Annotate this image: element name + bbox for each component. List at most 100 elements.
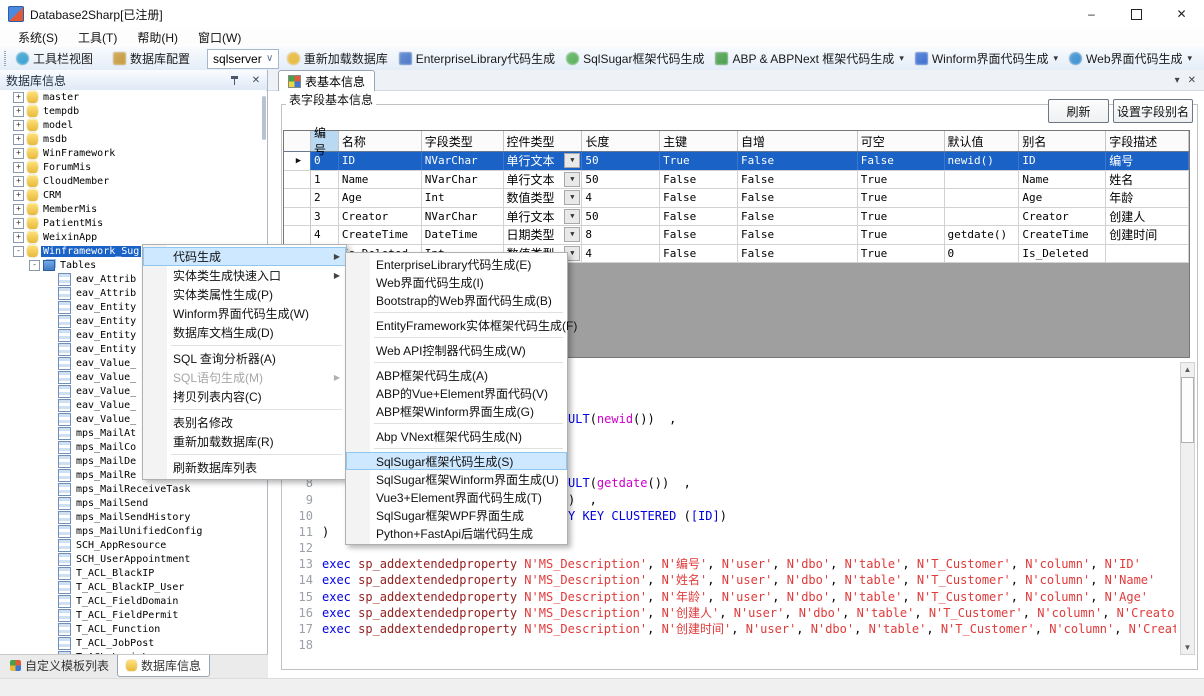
submenu-item[interactable]: EnterpriseLibrary代码生成(E): [346, 255, 567, 273]
grid-cell[interactable]: 50: [582, 171, 660, 189]
cell-dropdown-icon[interactable]: ▼: [564, 172, 580, 187]
context-menu-item[interactable]: SQL 查询分析器(A): [143, 349, 346, 368]
grid-column-header[interactable]: 名称: [339, 131, 422, 151]
tree-table-item[interactable]: mps_MailReceiveTask: [0, 482, 266, 496]
context-menu-item[interactable]: 代码生成▶: [143, 247, 346, 266]
submenu-item[interactable]: Vue3+Element界面代码生成(T): [346, 488, 567, 506]
cell-dropdown-icon[interactable]: ▼: [564, 153, 580, 168]
grid-cell[interactable]: False: [738, 245, 858, 263]
table-row[interactable]: 3CreatorNVarChar单行文本▼50FalseFalseTrueCre…: [284, 208, 1189, 227]
bottom-tab-database-info[interactable]: 数据库信息: [117, 655, 210, 677]
tree-table-item[interactable]: T_ACL_BlackIP_User: [0, 580, 266, 594]
minimize-button[interactable]: –: [1069, 0, 1114, 28]
tree-database-MemberMis[interactable]: +MemberMis: [0, 202, 266, 216]
submenu-item[interactable]: Web界面代码生成(I): [346, 273, 567, 291]
grid-cell[interactable]: False: [858, 152, 945, 170]
panel-close-icon[interactable]: ✕: [249, 75, 263, 86]
tree-table-item[interactable]: mps_MailSend: [0, 496, 266, 510]
tree-database-CRM[interactable]: +CRM: [0, 188, 266, 202]
context-menu-item[interactable]: 刷新数据库列表: [143, 458, 346, 477]
grid-cell[interactable]: [945, 189, 1020, 207]
tree-table-item[interactable]: T_ACL_JobPost: [0, 636, 266, 650]
submenu-item[interactable]: Web API控制器代码生成(W): [346, 341, 567, 359]
submenu-item[interactable]: ABP的Vue+Element界面代码(V): [346, 384, 567, 402]
submenu-item[interactable]: SqlSugar框架代码生成(S): [346, 452, 567, 470]
grid-column-header[interactable]: 长度: [582, 131, 660, 151]
tree-database-WinFramework[interactable]: +WinFramework: [0, 146, 266, 160]
menubar-item[interactable]: 帮助(H): [127, 28, 188, 47]
toolbar-button[interactable]: SqlSugar框架代码生成: [563, 49, 707, 68]
grid-cell[interactable]: Name: [1019, 171, 1106, 189]
table-row[interactable]: 1NameNVarChar单行文本▼50FalseFalseTrueName姓名: [284, 171, 1189, 190]
grid-cell[interactable]: 创建时间: [1106, 226, 1189, 244]
expand-icon[interactable]: +: [13, 148, 24, 159]
submenu-item[interactable]: ABP框架代码生成(A): [346, 366, 567, 384]
grid-cell[interactable]: CreateTime: [339, 226, 422, 244]
expand-icon[interactable]: +: [13, 176, 24, 187]
table-row[interactable]: ▶0IDNVarChar单行文本▼50TrueFalseFalsenewid()…: [284, 152, 1189, 171]
context-menu-item[interactable]: 重新加载数据库(R): [143, 432, 346, 451]
grid-column-header[interactable]: 自增: [738, 131, 858, 151]
tree-table-item[interactable]: T_ACL_Function: [0, 622, 266, 636]
expand-icon[interactable]: +: [13, 162, 24, 173]
toolbar-button[interactable]: 数据库配置: [110, 49, 193, 68]
tree-database-tempdb[interactable]: +tempdb: [0, 104, 266, 118]
grid-cell[interactable]: 50: [582, 152, 660, 170]
toolbar-button[interactable]: EnterpriseLibrary代码生成: [396, 49, 558, 68]
grid-column-header[interactable]: 编号: [311, 131, 339, 151]
cell-dropdown-icon[interactable]: ▼: [564, 190, 580, 205]
editor-scrollbar-thumb[interactable]: [1181, 377, 1194, 443]
row-selector-cell[interactable]: [284, 208, 311, 226]
grid-column-header[interactable]: 别名: [1019, 131, 1106, 151]
grid-cell[interactable]: ID: [1019, 152, 1106, 170]
grid-cell[interactable]: 50: [582, 208, 660, 226]
tree-table-item[interactable]: T_ACL_FieldDomain: [0, 594, 266, 608]
grid-cell[interactable]: 1: [311, 171, 339, 189]
pin-icon[interactable]: [229, 74, 241, 86]
menubar-item[interactable]: 工具(T): [68, 28, 127, 47]
grid-cell[interactable]: False: [660, 189, 738, 207]
grid-cell[interactable]: 姓名: [1106, 171, 1189, 189]
maximize-button[interactable]: [1114, 0, 1159, 28]
context-menu-item[interactable]: SQL语句生成(M)▶: [143, 368, 346, 387]
row-selector-cell[interactable]: [284, 171, 311, 189]
tree-database-WeixinApp[interactable]: +WeixinApp: [0, 230, 266, 244]
grid-cell[interactable]: 创建人: [1106, 208, 1189, 226]
grid-cell[interactable]: ID: [339, 152, 422, 170]
grid-cell[interactable]: NVarChar: [422, 171, 504, 189]
submenu-item[interactable]: EntityFramework实体框架代码生成(F): [346, 316, 567, 334]
grid-cell[interactable]: 4: [582, 189, 660, 207]
tab-list-dropdown-icon[interactable]: ▾: [1175, 75, 1180, 86]
scroll-up-icon[interactable]: ▲: [1181, 363, 1194, 377]
expand-icon[interactable]: +: [13, 134, 24, 145]
grid-column-header[interactable]: 默认值: [945, 131, 1020, 151]
tree-table-item[interactable]: T_ACL_BlackIP: [0, 566, 266, 580]
row-selector-cell[interactable]: [284, 226, 311, 244]
grid-cell[interactable]: 3: [311, 208, 339, 226]
grid-cell[interactable]: 0: [945, 245, 1020, 263]
toolbar-button[interactable]: ABP & ABPNext 框架代码生成▾: [712, 49, 906, 68]
grid-cell[interactable]: [945, 208, 1020, 226]
cell-dropdown-icon[interactable]: ▼: [564, 227, 580, 242]
grid-cell[interactable]: True: [660, 152, 738, 170]
table-row[interactable]: 2AgeInt数值类型▼4FalseFalseTrueAge年龄: [284, 189, 1189, 208]
grid-cell[interactable]: [1106, 245, 1189, 263]
submenu-item[interactable]: ABP框架Winform界面生成(G): [346, 402, 567, 420]
tab-table-basic-info[interactable]: 表基本信息: [278, 70, 375, 91]
expand-icon[interactable]: +: [13, 218, 24, 229]
scroll-down-icon[interactable]: ▼: [1180, 641, 1195, 655]
grid-cell[interactable]: NVarChar: [422, 208, 504, 226]
context-menu-item[interactable]: 实体类生成快速入口▶: [143, 266, 346, 285]
grid-cell[interactable]: 日期类型▼: [504, 226, 583, 244]
submenu-item[interactable]: Bootstrap的Web界面代码生成(B): [346, 291, 567, 309]
context-menu-item[interactable]: 实体类属性生成(P): [143, 285, 346, 304]
grid-cell[interactable]: NVarChar: [422, 152, 504, 170]
grid-column-header[interactable]: 字段描述: [1106, 131, 1189, 151]
grid-cell[interactable]: 单行文本▼: [504, 208, 583, 226]
provider-combo[interactable]: sqlserver∨: [207, 49, 279, 69]
grid-cell[interactable]: False: [738, 152, 858, 170]
grid-cell[interactable]: False: [660, 245, 738, 263]
grid-cell[interactable]: newid(): [945, 152, 1020, 170]
grid-cell[interactable]: DateTime: [422, 226, 504, 244]
expand-icon[interactable]: +: [13, 106, 24, 117]
